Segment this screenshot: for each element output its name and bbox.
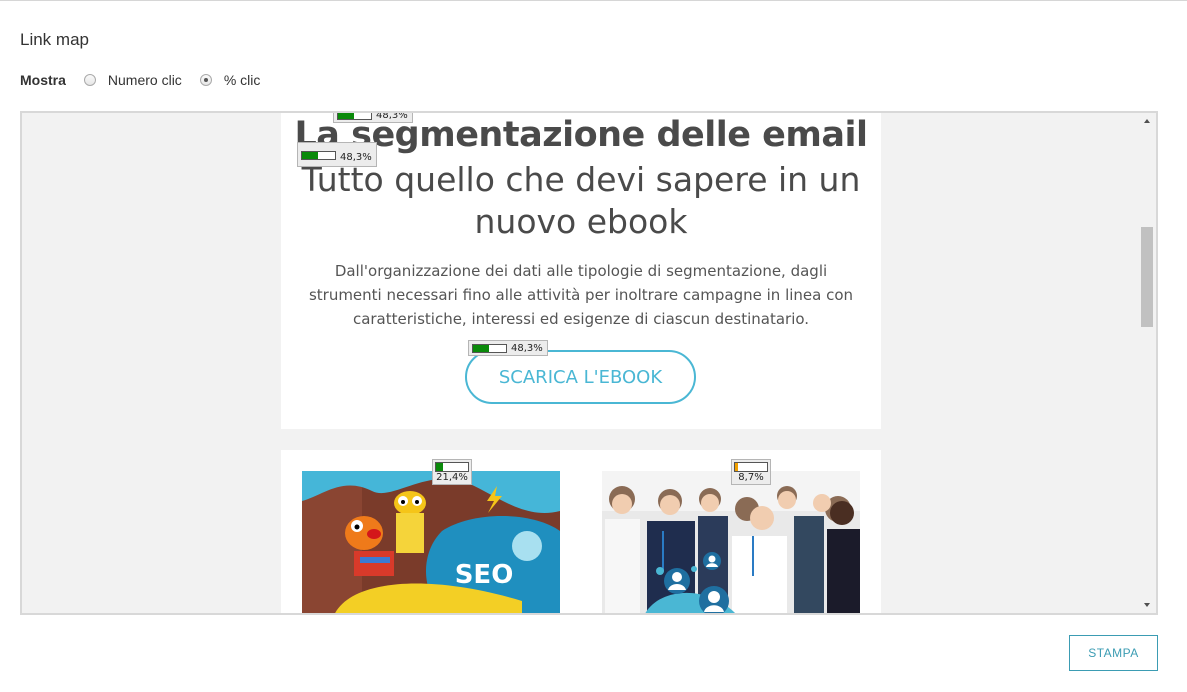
link-click-badge-3: 48,3% xyxy=(468,340,548,356)
radio-click-percent-label: % clic xyxy=(223,72,261,88)
link-click-badge-2: 48,3% xyxy=(297,142,377,167)
vertical-scrollbar[interactable] xyxy=(1139,113,1156,613)
radio-click-percent[interactable]: % clic xyxy=(199,72,261,88)
click-rate-fill xyxy=(473,344,489,352)
print-button[interactable]: STAMPA xyxy=(1069,635,1158,671)
seo-illustration: SEO xyxy=(302,471,560,613)
email-paragraph: Dall'organizzazione dei dati alle tipolo… xyxy=(308,262,854,328)
radio-click-count-dot[interactable] xyxy=(83,74,96,86)
click-rate-label: 48,3% xyxy=(340,152,372,163)
radio-click-count-label: Numero clic xyxy=(107,72,182,88)
page-title: Link map xyxy=(20,30,89,49)
event-article-image[interactable] xyxy=(602,471,860,613)
scroll-thumb[interactable] xyxy=(1141,227,1153,327)
radio-click-count[interactable]: Numero clic xyxy=(83,72,182,88)
click-rate-fill xyxy=(436,463,443,471)
link-click-badge-1: 48,3% xyxy=(333,111,413,123)
link-click-badge-4: 21,4% xyxy=(432,459,472,485)
email-subheadline[interactable]: Tutto quello che devi sapere in un nuovo… xyxy=(281,159,881,243)
click-rate-label: 48,3% xyxy=(376,111,408,121)
click-rate-fill xyxy=(338,113,354,119)
click-rate-bar xyxy=(734,462,768,472)
click-rate-label: 8,7% xyxy=(738,472,764,483)
scroll-down-icon[interactable] xyxy=(1144,603,1150,607)
click-rate-fill xyxy=(735,463,738,471)
click-rate-label: 48,3% xyxy=(511,342,543,354)
email-cards: SEO xyxy=(281,450,881,613)
click-rate-bar xyxy=(472,343,507,353)
seo-image-text: SEO xyxy=(455,560,514,590)
click-rate-label: 21,4% xyxy=(436,472,468,483)
click-rate-bar xyxy=(337,113,372,120)
link-click-badge-5: 8,7% xyxy=(731,459,771,485)
top-divider xyxy=(0,0,1187,1)
click-rate-fill xyxy=(302,152,318,159)
audience-illustration xyxy=(602,471,860,613)
click-rate-bar xyxy=(301,151,336,160)
show-label: Mostra xyxy=(20,72,66,88)
radio-click-percent-dot[interactable] xyxy=(199,74,212,86)
download-ebook-button[interactable]: SCARICA L'EBOOK xyxy=(465,350,696,404)
display-mode-selector: Mostra Numero clic % clic xyxy=(20,72,278,88)
scroll-up-icon[interactable] xyxy=(1144,119,1150,123)
email-preview-frame[interactable]: La segmentazione delle email Tutto quell… xyxy=(20,111,1158,615)
seo-article-image[interactable]: SEO xyxy=(302,471,560,613)
click-rate-bar xyxy=(435,462,469,472)
